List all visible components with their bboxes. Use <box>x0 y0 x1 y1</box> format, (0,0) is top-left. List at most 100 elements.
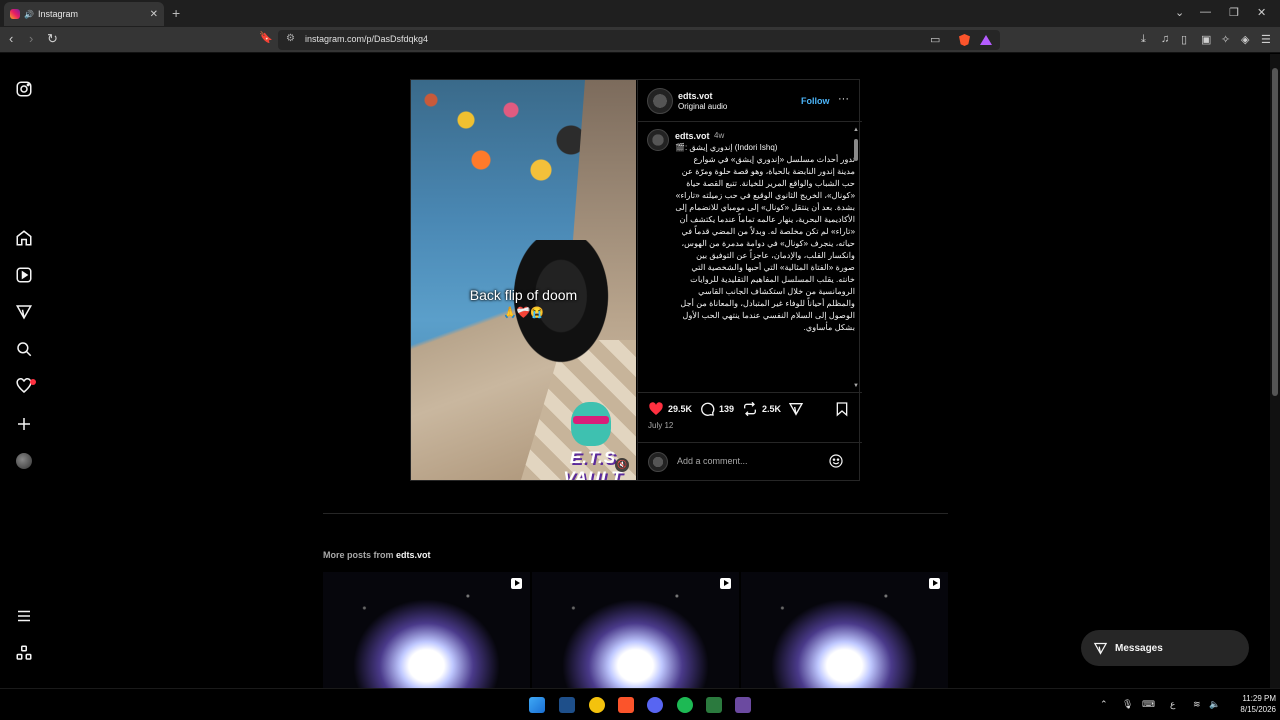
post-video[interactable]: Back flip of doom 🙏❤️‍🩹😭 E.T.S VAULT 🔇 <box>411 80 636 480</box>
leo-ai-icon[interactable]: ✧ <box>1221 33 1230 46</box>
site-info-icon[interactable]: ⚙ <box>286 33 295 44</box>
post-header: edts.vot Original audio Follow ··· <box>638 80 862 122</box>
downloads-icon[interactable]: ⤓ <box>1141 33 1146 46</box>
explore-icon[interactable] <box>14 302 34 322</box>
reel-icon <box>511 578 522 589</box>
start-icon[interactable] <box>529 697 545 713</box>
caption-username[interactable]: edts.vot <box>675 131 710 141</box>
reel-icon <box>720 578 731 589</box>
caption-section: edts.vot 4w 🎬: إندوري إيشق (Indori Ishq)… <box>638 123 862 390</box>
maximize-button[interactable]: ❐ <box>1229 6 1239 19</box>
video-caption: Back flip of doom <box>469 287 578 303</box>
profile-avatar[interactable] <box>14 451 34 471</box>
taskbar-clock[interactable]: 11:29 PM 8/15/2026 <box>1226 693 1276 715</box>
browser-tab[interactable]: 🔊 Instagram ✕ <box>4 2 164 26</box>
reload-icon[interactable]: ↻ <box>47 31 58 47</box>
mute-icon[interactable]: 🔇 <box>615 458 629 472</box>
reels-icon[interactable] <box>14 265 34 285</box>
app-icon[interactable] <box>559 697 575 713</box>
brave-icon[interactable] <box>618 697 634 713</box>
speaker-icon[interactable]: 🔊 <box>24 10 34 19</box>
instagram-favicon-icon <box>10 9 20 19</box>
spotify-icon[interactable] <box>677 697 693 713</box>
browser-menu-icon[interactable]: ☰ <box>1261 33 1271 46</box>
bookmark-icon[interactable]: 🔖 <box>259 31 273 44</box>
instagram-icon[interactable] <box>14 79 34 99</box>
discord-icon[interactable] <box>647 697 663 713</box>
comment-icon <box>701 402 715 416</box>
app-icon[interactable] <box>706 697 722 713</box>
cast-icon[interactable]: ▭ <box>930 33 940 46</box>
emoji-icon[interactable] <box>828 453 844 469</box>
volume-icon[interactable]: 🔈 <box>1209 699 1220 710</box>
windows-taskbar: ⌃ 🎙 ⌨ ع ≋ 🔈 11:29 PM 8/15/2026 <box>0 688 1280 720</box>
share-button[interactable] <box>788 401 808 417</box>
author-username[interactable]: edts.vot <box>678 91 713 101</box>
more-options-icon[interactable]: ··· <box>838 93 849 105</box>
sidebar-icon[interactable]: ▯ <box>1181 33 1187 46</box>
like-button[interactable]: 29.5K <box>648 401 692 417</box>
comment-input[interactable] <box>677 454 827 468</box>
commenter-avatar <box>648 452 668 472</box>
create-icon[interactable] <box>14 414 34 434</box>
add-comment-bar <box>638 442 862 480</box>
grid-post[interactable] <box>741 572 948 688</box>
brave-rewards-icon[interactable] <box>980 35 992 45</box>
caption-avatar[interactable] <box>647 129 669 151</box>
post-actions: 29.5K 139 2.5K <box>638 392 862 422</box>
new-tab-button[interactable]: + <box>172 5 180 21</box>
wallet-icon[interactable]: ▣ <box>1201 33 1211 46</box>
chrome-icon[interactable] <box>589 697 605 713</box>
save-button[interactable] <box>834 401 854 417</box>
section-divider <box>323 513 948 514</box>
mic-icon[interactable]: 🎙 <box>1122 699 1133 710</box>
more-posts-user[interactable]: edts.vot <box>396 550 431 560</box>
media-icon[interactable]: ♫ <box>1161 33 1169 45</box>
grid-post[interactable] <box>532 572 739 688</box>
wifi-icon[interactable]: ≋ <box>1193 699 1201 710</box>
post-date: July 12 <box>648 421 674 430</box>
grid-post[interactable] <box>323 572 530 688</box>
tray-chevron-icon[interactable]: ⌃ <box>1100 699 1108 710</box>
repost-icon <box>744 401 756 417</box>
post-card: Back flip of doom 🙏❤️‍🩹😭 E.T.S VAULT 🔇 e… <box>410 79 862 481</box>
close-window-button[interactable]: ✕ <box>1257 6 1266 19</box>
also-from-meta-icon[interactable] <box>14 643 34 663</box>
app-icon[interactable] <box>735 697 751 713</box>
heart-icon <box>649 402 663 415</box>
page-scrollbar[interactable] <box>1270 54 1280 688</box>
forward-icon[interactable]: › <box>29 31 33 46</box>
author-avatar[interactable] <box>647 88 673 114</box>
back-icon[interactable]: ‹ <box>9 31 13 46</box>
scroll-down-icon[interactable]: ▼ <box>853 383 859 389</box>
post-sidebar: edts.vot Original audio Follow ··· edts.… <box>637 80 862 480</box>
keyboard-icon[interactable]: ⌨ <box>1142 699 1155 710</box>
tab-search-icon[interactable]: ⌄ <box>1175 6 1184 19</box>
brave-shields-icon[interactable] <box>959 34 970 46</box>
like-count: 29.5K <box>668 404 693 414</box>
repost-button[interactable]: 2.5K <box>742 401 781 417</box>
messages-button[interactable]: Messages <box>1081 630 1249 666</box>
scroll-up-icon[interactable]: ▲ <box>853 127 859 133</box>
url-text[interactable]: instagram.com/p/DasDsfdqkg4 <box>305 34 428 44</box>
more-posts-grid <box>323 572 948 688</box>
tab-title: Instagram <box>37 9 78 19</box>
video-caption-emoji: 🙏❤️‍🩹😭 <box>502 307 545 319</box>
caption-age: 4w <box>714 131 725 140</box>
vpn-icon[interactable]: ◈ <box>1241 33 1249 46</box>
share-icon <box>788 403 804 416</box>
audio-link[interactable]: Original audio <box>678 102 727 111</box>
home-icon[interactable] <box>14 228 34 248</box>
comment-button[interactable]: 139 <box>699 401 734 417</box>
instagram-page: Back flip of doom 🙏❤️‍🩹😭 E.T.S VAULT 🔇 e… <box>0 54 1270 688</box>
search-icon[interactable] <box>14 339 34 359</box>
caption-scrollbar[interactable]: ▲ ▼ <box>852 127 860 389</box>
close-tab-icon[interactable]: ✕ <box>150 9 158 20</box>
address-bar[interactable]: ⚙ instagram.com/p/DasDsfdqkg4 ▭ <box>278 30 1000 50</box>
notification-badge <box>30 379 36 385</box>
menu-icon[interactable] <box>14 606 34 626</box>
minimize-button[interactable]: — <box>1200 6 1211 18</box>
language-indicator[interactable]: ع <box>1170 699 1175 710</box>
browser-toolbar: ‹ › ↻ 🔖 ⚙ instagram.com/p/DasDsfdqkg4 ▭ … <box>0 27 1280 53</box>
follow-button[interactable]: Follow <box>801 96 830 106</box>
